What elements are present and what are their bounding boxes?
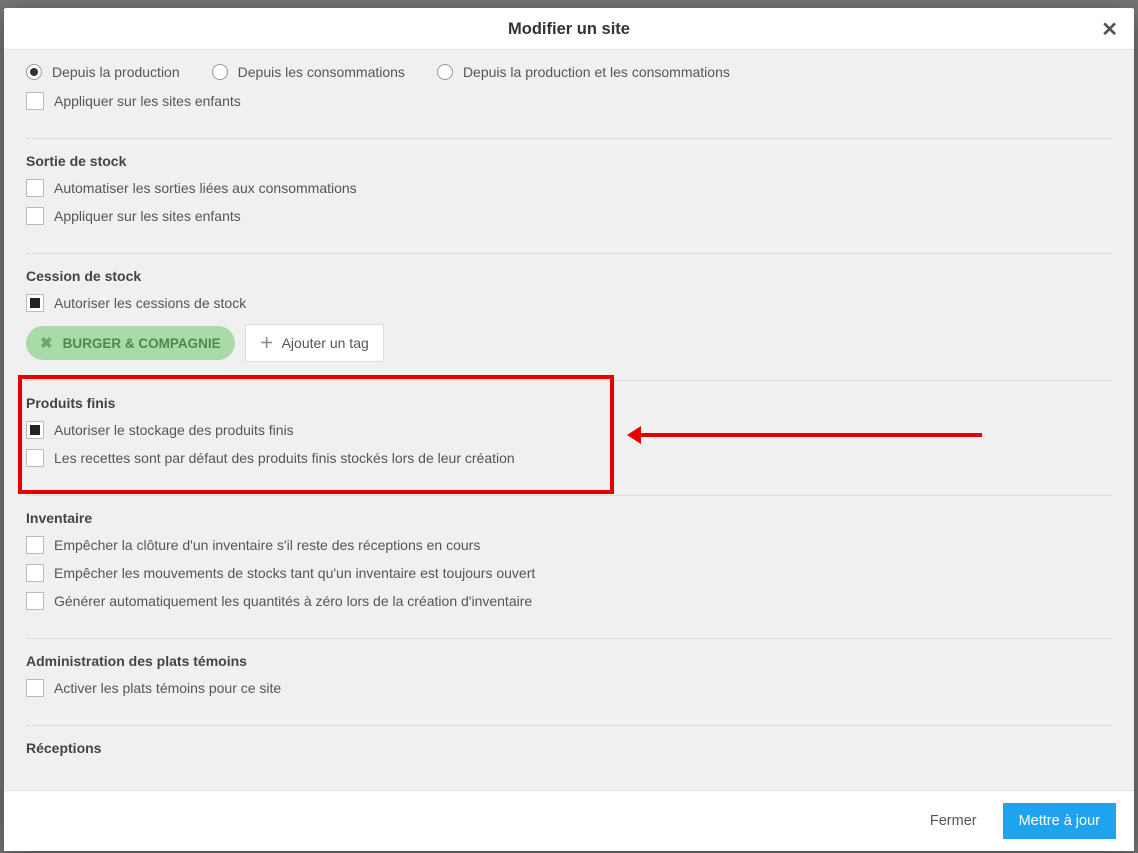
section-title-produits: Produits finis xyxy=(26,395,1112,411)
checkbox-block-close-inventory[interactable]: Empêcher la clôture d'un inventaire s'il… xyxy=(26,536,1112,554)
origin-radio-group: Depuis la production Depuis les consomma… xyxy=(26,64,1112,80)
section-plats-temoins: Administration des plats témoins Activer… xyxy=(26,639,1112,726)
close-icon[interactable]: ✕ xyxy=(1101,20,1118,40)
radio-icon xyxy=(437,64,453,80)
section-title-origin: Origine des sorties de stock xyxy=(26,50,1112,54)
section-title-cession: Cession de stock xyxy=(26,268,1112,284)
checkbox-label: Autoriser les cessions de stock xyxy=(54,295,246,311)
checkbox-icon xyxy=(26,592,44,610)
checkbox-label: Appliquer sur les sites enfants xyxy=(54,93,241,109)
plus-icon: ＋ xyxy=(260,333,274,353)
section-origin: Origine des sorties de stock Depuis la p… xyxy=(26,50,1112,139)
section-sortie: Sortie de stock Automatiser les sorties … xyxy=(26,139,1112,254)
checkbox-icon xyxy=(26,207,44,225)
checkbox-icon xyxy=(26,679,44,697)
close-button[interactable]: Fermer xyxy=(920,805,987,837)
modal-header: Modifier un site ✕ xyxy=(4,8,1134,50)
checkbox-sortie-apply-children[interactable]: Appliquer sur les sites enfants xyxy=(26,207,1112,225)
add-tag-button[interactable]: ＋ Ajouter un tag xyxy=(245,324,384,362)
checkbox-icon xyxy=(26,92,44,110)
section-title-inventaire: Inventaire xyxy=(26,510,1112,526)
modal-title: Modifier un site xyxy=(20,20,1118,39)
section-receptions: Réceptions xyxy=(26,726,1112,790)
edit-site-modal: Modifier un site ✕ Origine des sorties d… xyxy=(4,8,1134,851)
checkbox-label: Empêcher la clôture d'un inventaire s'il… xyxy=(54,537,480,553)
section-cession: Cession de stock Autoriser les cessions … xyxy=(26,254,1112,381)
checkbox-auto-sorties[interactable]: Automatiser les sorties liées aux consom… xyxy=(26,179,1112,197)
checkbox-default-recipes-stored[interactable]: Les recettes sont par défaut des produit… xyxy=(26,449,1112,467)
radio-icon xyxy=(212,64,228,80)
radio-icon xyxy=(26,64,42,80)
section-title-plats: Administration des plats témoins xyxy=(26,653,1112,669)
checkbox-label: Appliquer sur les sites enfants xyxy=(54,208,241,224)
checkbox-activate-plats-temoins[interactable]: Activer les plats témoins pour ce site xyxy=(26,679,1112,697)
radio-from-production[interactable]: Depuis la production xyxy=(26,64,180,80)
modal-footer: Fermer Mettre à jour xyxy=(4,790,1134,851)
radio-from-both[interactable]: Depuis la production et les consommation… xyxy=(437,64,730,80)
section-produits-finis: Produits finis Autoriser le stockage des… xyxy=(26,381,1112,496)
checkbox-label: Générer automatiquement les quantités à … xyxy=(54,593,532,609)
checkbox-label: Empêcher les mouvements de stocks tant q… xyxy=(54,565,535,581)
checkbox-gen-zero-quantities[interactable]: Générer automatiquement les quantités à … xyxy=(26,592,1112,610)
checkbox-icon xyxy=(26,421,44,439)
update-button[interactable]: Mettre à jour xyxy=(1003,803,1116,839)
checkbox-label: Autoriser le stockage des produits finis xyxy=(54,422,294,438)
tag-chip[interactable]: ✖ BURGER & COMPAGNIE xyxy=(26,326,235,360)
checkbox-label: Les recettes sont par défaut des produit… xyxy=(54,450,515,466)
checkbox-allow-cessions[interactable]: Autoriser les cessions de stock xyxy=(26,294,1112,312)
section-title-sortie: Sortie de stock xyxy=(26,153,1112,169)
radio-label: Depuis la production xyxy=(52,64,180,80)
checkbox-icon xyxy=(26,294,44,312)
section-inventaire: Inventaire Empêcher la clôture d'un inve… xyxy=(26,496,1112,639)
radio-label: Depuis les consommations xyxy=(238,64,405,80)
checkbox-label: Automatiser les sorties liées aux consom… xyxy=(54,180,357,196)
radio-from-consumptions[interactable]: Depuis les consommations xyxy=(212,64,405,80)
radio-label: Depuis la production et les consommation… xyxy=(463,64,730,80)
checkbox-icon xyxy=(26,564,44,582)
checkbox-block-stock-moves[interactable]: Empêcher les mouvements de stocks tant q… xyxy=(26,564,1112,582)
checkbox-icon xyxy=(26,179,44,197)
remove-tag-icon[interactable]: ✖ xyxy=(40,334,53,352)
checkbox-label: Activer les plats témoins pour ce site xyxy=(54,680,281,696)
checkbox-icon xyxy=(26,536,44,554)
checkbox-origin-apply-children[interactable]: Appliquer sur les sites enfants xyxy=(26,92,1112,110)
add-tag-label: Ajouter un tag xyxy=(282,335,369,351)
modal-body[interactable]: Origine des sorties de stock Depuis la p… xyxy=(4,50,1134,790)
tag-row: ✖ BURGER & COMPAGNIE ＋ Ajouter un tag xyxy=(26,324,1112,362)
checkbox-icon xyxy=(26,449,44,467)
checkbox-allow-storage-produits[interactable]: Autoriser le stockage des produits finis xyxy=(26,421,1112,439)
section-title-receptions: Réceptions xyxy=(26,740,1112,756)
tag-label: BURGER & COMPAGNIE xyxy=(63,336,221,351)
